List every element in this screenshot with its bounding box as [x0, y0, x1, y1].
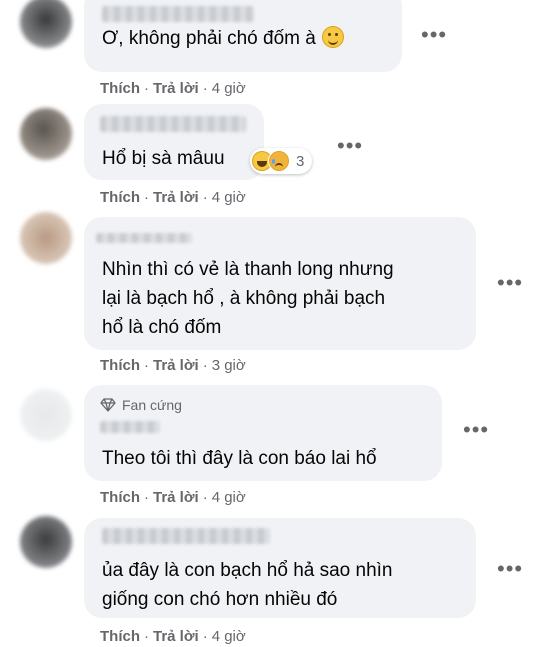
reaction-count: 3 — [296, 152, 305, 170]
author-name-blurred[interactable] — [102, 528, 270, 544]
comment-bubble: Fan cứng Theo tôi thì đây là con báo lai… — [84, 385, 442, 481]
comment-timestamp[interactable]: 4 giờ — [212, 189, 246, 206]
more-options-icon[interactable]: ••• — [337, 135, 363, 157]
diamond-icon — [100, 398, 116, 412]
comment-text: Theo tôi thì đây là con báo lai hổ — [102, 448, 377, 469]
comment-actions: Thích · Trả lời · 4 giờ — [100, 80, 246, 97]
comment-bubble: ủa đây là con bạch hổ hả sao nhìn giống … — [84, 518, 476, 618]
reply-button[interactable]: Trả lời — [153, 80, 199, 97]
fan-badge[interactable]: Fan cứng — [100, 397, 182, 413]
like-button[interactable]: Thích — [100, 489, 140, 506]
reply-button[interactable]: Trả lời — [153, 357, 199, 374]
like-button[interactable]: Thích — [100, 80, 140, 97]
avatar[interactable] — [20, 108, 72, 160]
author-name-blurred[interactable] — [102, 6, 254, 22]
more-options-icon[interactable]: ••• — [497, 272, 523, 294]
author-name-blurred[interactable] — [100, 116, 246, 132]
avatar[interactable] — [20, 516, 72, 568]
comment-bubble: Ơ, không phải chó đốm à — [84, 0, 402, 72]
comment-actions: Thích · Trả lời · 4 giờ — [100, 489, 246, 506]
comment-actions: Thích · Trả lời · 4 giờ — [100, 628, 246, 645]
more-options-icon[interactable]: ••• — [497, 558, 523, 580]
like-button[interactable]: Thích — [100, 357, 140, 374]
reaction-summary[interactable]: 3 — [250, 148, 313, 174]
avatar[interactable] — [20, 212, 72, 264]
avatar[interactable] — [20, 0, 72, 48]
comment-actions: Thích · Trả lời · 4 giờ — [100, 189, 246, 206]
author-name-blurred[interactable] — [100, 421, 160, 433]
sad-icon — [268, 150, 290, 172]
more-options-icon[interactable]: ••• — [421, 24, 447, 46]
avatar[interactable] — [20, 389, 72, 441]
author-name-blurred[interactable] — [96, 233, 192, 243]
comment-timestamp[interactable]: 3 giờ — [212, 357, 246, 374]
comment-text: ủa đây là con bạch hổ hả sao nhìn giống … — [102, 560, 393, 610]
comment-bubble: Hổ bị sà mâuu — [84, 104, 264, 180]
comment-text: Ơ, không phải chó đốm à — [102, 24, 388, 53]
smile-emoji-icon — [321, 26, 344, 48]
reply-button[interactable]: Trả lời — [153, 489, 199, 506]
comment-timestamp[interactable]: 4 giờ — [212, 80, 246, 97]
badge-label: Fan cứng — [122, 397, 182, 413]
comment-actions: Thích · Trả lời · 3 giờ — [100, 357, 246, 374]
comment-bubble: Nhìn thì có vẻ là thanh long nhưng lại l… — [84, 217, 476, 350]
like-button[interactable]: Thích — [100, 189, 140, 206]
comment-timestamp[interactable]: 4 giờ — [212, 489, 246, 506]
comment-text: Nhìn thì có vẻ là thanh long nhưng lại l… — [102, 259, 394, 338]
comment-timestamp[interactable]: 4 giờ — [212, 628, 246, 645]
reply-button[interactable]: Trả lời — [153, 628, 199, 645]
like-button[interactable]: Thích — [100, 628, 140, 645]
more-options-icon[interactable]: ••• — [463, 419, 489, 441]
reply-button[interactable]: Trả lời — [153, 189, 199, 206]
comment-text: Hổ bị sà mâuu — [102, 148, 225, 169]
